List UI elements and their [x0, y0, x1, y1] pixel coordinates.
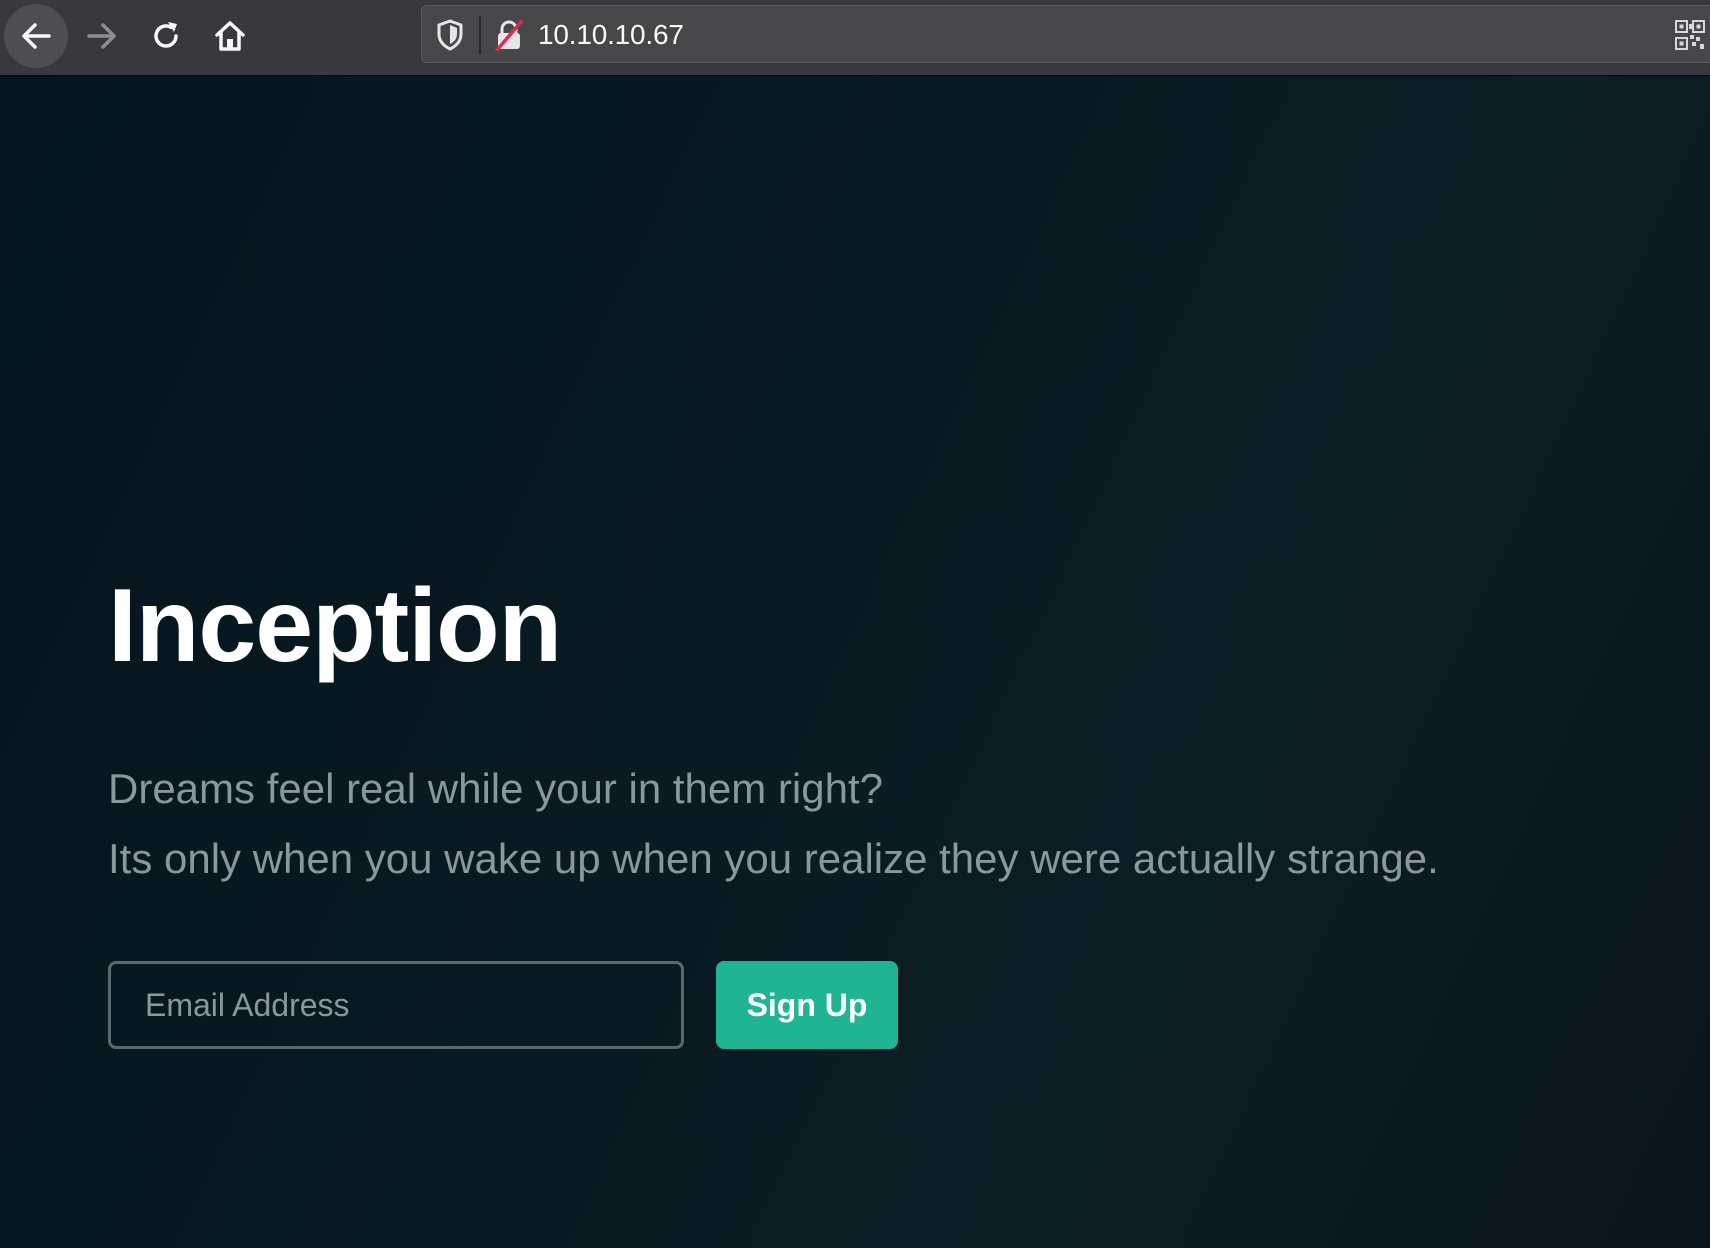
home-button[interactable] [198, 4, 262, 68]
sign-up-button[interactable]: Sign Up [716, 961, 898, 1049]
shield-icon[interactable] [436, 19, 464, 56]
address-bar[interactable]: 10.10.10.67 [421, 5, 1710, 63]
reload-icon [149, 19, 183, 53]
browser-toolbar: 10.10.10.67 [0, 0, 1710, 76]
forward-arrow-icon [85, 19, 119, 53]
page-content: Inception Dreams feel real while your in… [0, 76, 1710, 1248]
insecure-lock-icon[interactable] [494, 19, 524, 56]
url-text[interactable]: 10.10.10.67 [538, 18, 684, 52]
back-button[interactable] [4, 4, 68, 68]
tagline-line-1: Dreams feel real while your in them righ… [108, 765, 883, 812]
home-icon [213, 19, 247, 53]
forward-button[interactable] [70, 4, 134, 68]
email-field[interactable] [108, 961, 684, 1049]
page-title: Inception [108, 568, 562, 684]
reload-button[interactable] [134, 4, 198, 68]
tagline-line-2: Its only when you wake up when you reali… [108, 835, 1439, 882]
address-bar-divider [479, 16, 481, 54]
qr-code-icon[interactable] [1675, 20, 1705, 55]
back-arrow-icon [19, 19, 53, 53]
